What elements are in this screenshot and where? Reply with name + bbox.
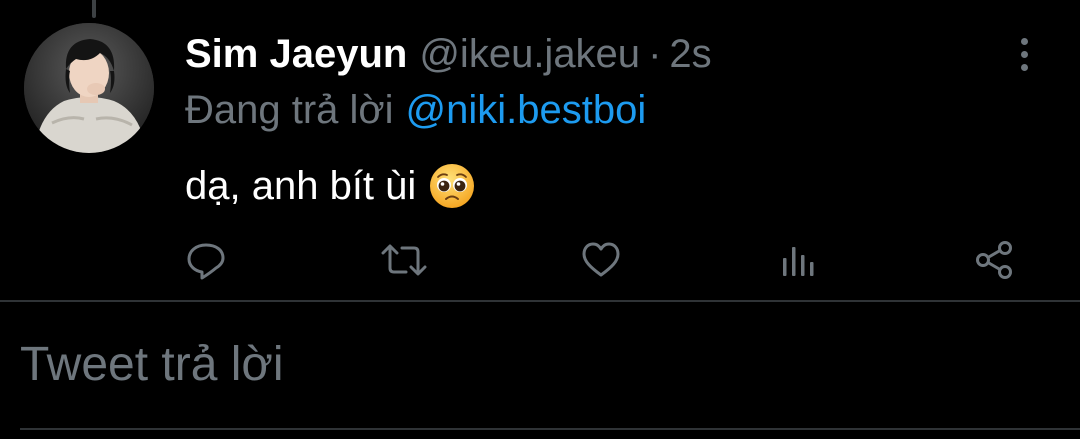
replying-to-label: Đang trả lời bbox=[185, 87, 394, 132]
analytics-icon bbox=[783, 247, 814, 276]
avatar[interactable] bbox=[24, 23, 154, 153]
timestamp[interactable]: 2s bbox=[669, 32, 711, 77]
display-name[interactable]: Sim Jaeyun bbox=[185, 32, 407, 77]
reply-icon bbox=[187, 243, 225, 280]
avatar-image bbox=[24, 23, 154, 153]
thread-connector-line bbox=[92, 0, 96, 18]
composer-divider bbox=[20, 428, 1080, 430]
replying-to-mention-link[interactable]: @niki.bestboi bbox=[406, 88, 647, 133]
user-handle[interactable]: @ikeu.jakeu bbox=[419, 32, 640, 77]
more-icon-dot bbox=[1020, 37, 1028, 45]
reply-button[interactable] bbox=[182, 236, 230, 284]
retweet-button[interactable] bbox=[380, 236, 428, 284]
heart-icon bbox=[582, 242, 620, 277]
more-icon-dot bbox=[1020, 50, 1028, 58]
tweet-body: dạ, anh bít ùi bbox=[185, 160, 476, 212]
share-icon bbox=[976, 241, 1012, 279]
retweet-icon bbox=[381, 244, 427, 276]
tweet-text: dạ, anh bít ùi bbox=[185, 163, 417, 208]
share-button[interactable] bbox=[970, 236, 1018, 284]
reply-composer-input[interactable] bbox=[20, 332, 1060, 396]
pleading-face-emoji-icon bbox=[430, 164, 475, 208]
tweet-header: Sim Jaeyun @ikeu.jakeu · 2s bbox=[185, 30, 712, 78]
like-button[interactable] bbox=[577, 236, 625, 284]
more-options-button[interactable] bbox=[1008, 34, 1040, 74]
tweet-reply-screen: Sim Jaeyun @ikeu.jakeu · 2s Đang trả lời… bbox=[0, 0, 1080, 439]
analytics-button[interactable] bbox=[773, 236, 821, 284]
replying-to: Đang trả lời @niki.bestboi bbox=[185, 86, 646, 134]
separator-dot: · bbox=[648, 31, 662, 76]
divider bbox=[0, 300, 1080, 302]
more-icon-dot bbox=[1020, 63, 1028, 71]
